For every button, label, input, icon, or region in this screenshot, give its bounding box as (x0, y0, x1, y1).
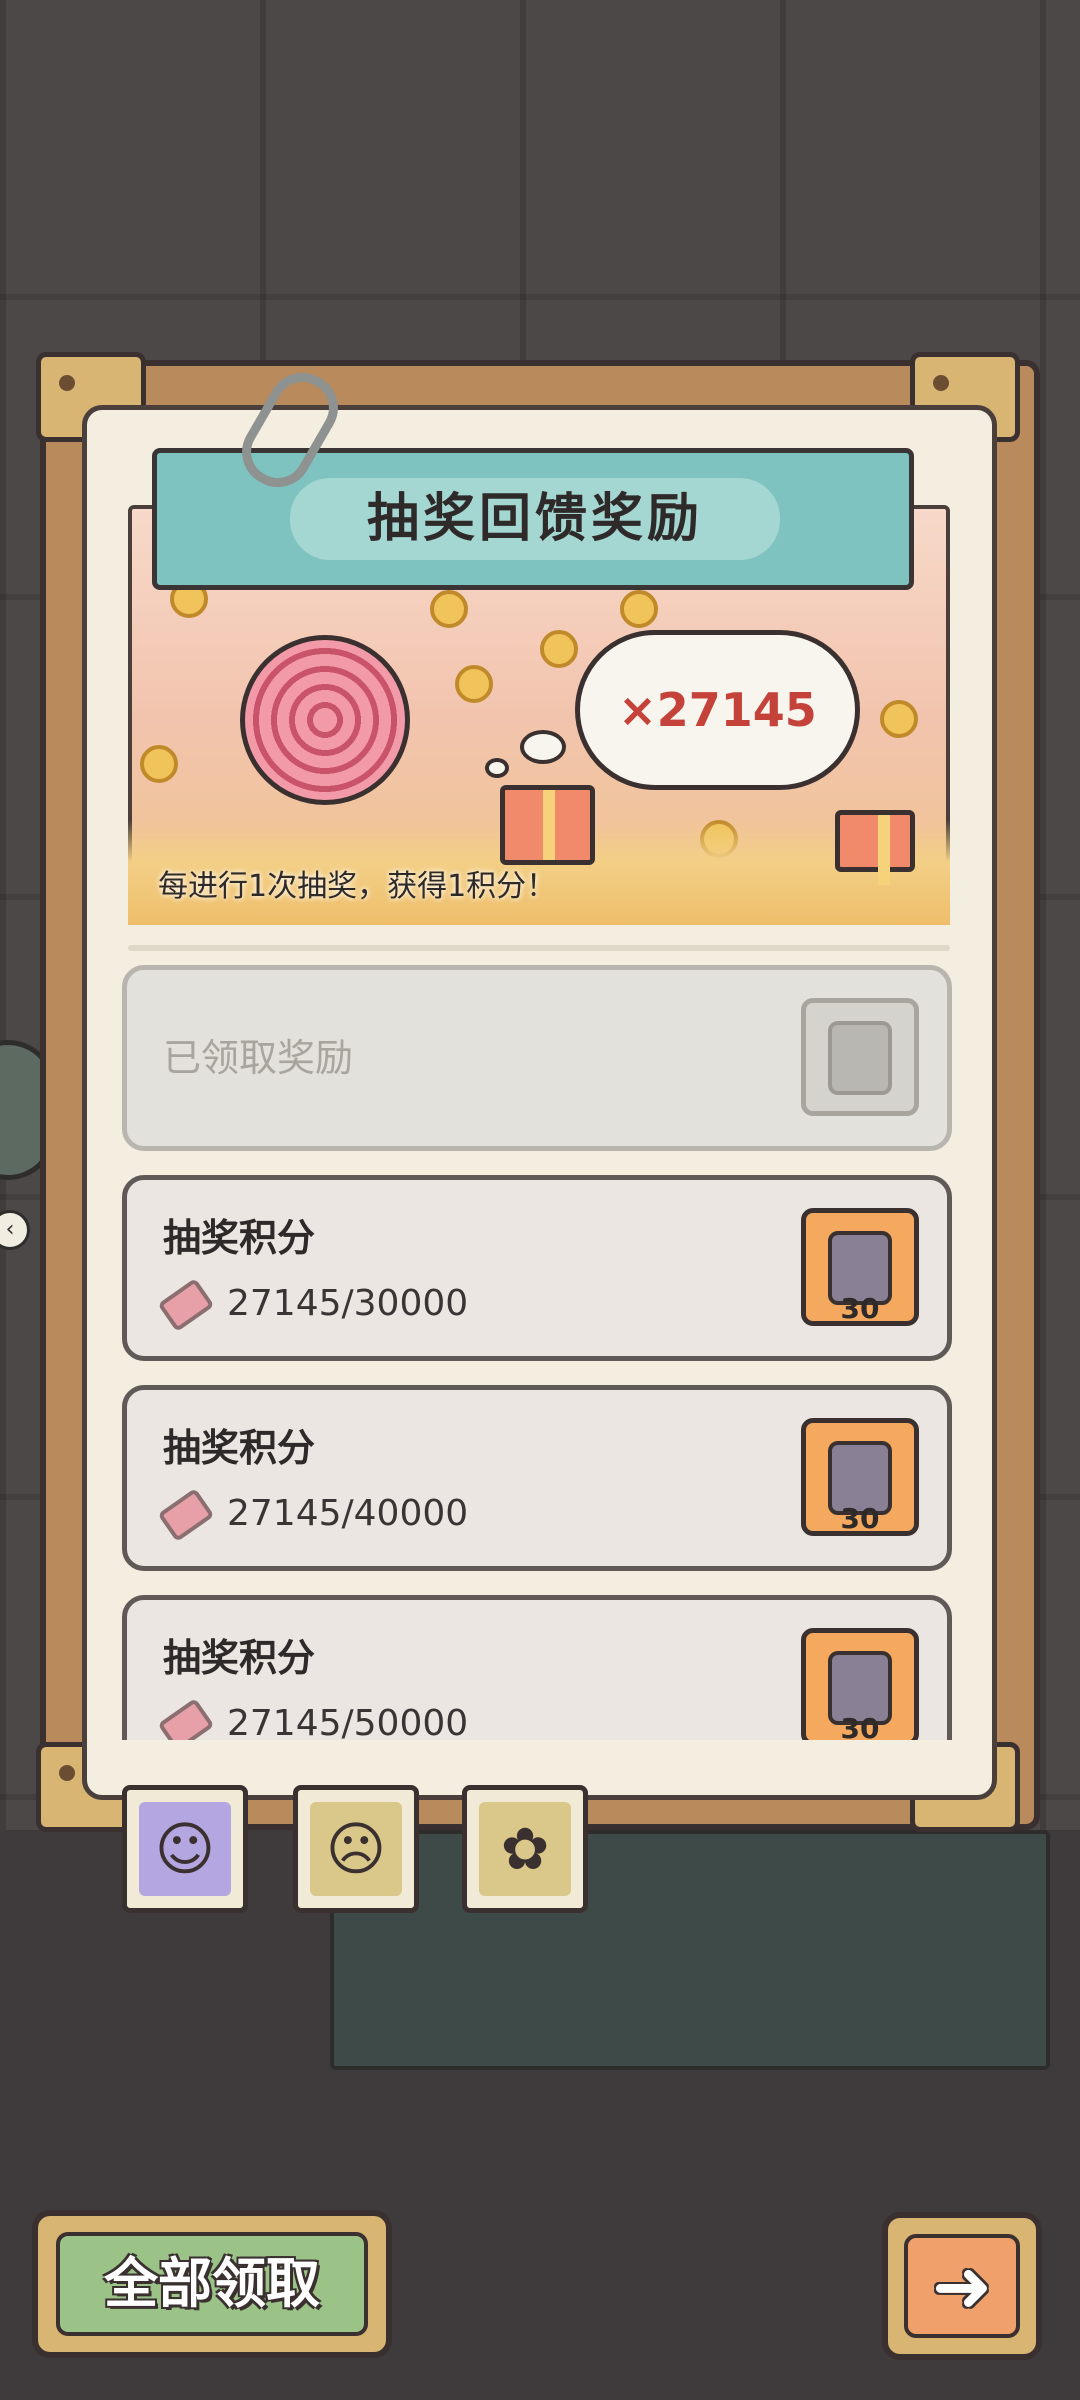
reward-progress: 27145/40000 (227, 1493, 469, 1534)
reward-box[interactable]: 30 (801, 1418, 919, 1536)
reward-item[interactable]: 抽奖积分 27145/40000 30 (122, 1385, 952, 1571)
coin-icon (140, 745, 178, 783)
ticket-icon (157, 1487, 215, 1543)
reward-title: 已领取奖励 (163, 1036, 354, 1080)
reward-item[interactable]: 抽奖积分 27145/30000 30 (122, 1175, 952, 1361)
thought-bubble-dot (520, 730, 566, 764)
tab-doll[interactable]: ☺ (122, 1785, 248, 1913)
coin-icon (620, 590, 658, 628)
tab-gift-box[interactable]: ✿ (462, 1785, 588, 1913)
ticket-icon (157, 1277, 215, 1333)
arrow-right-icon: ➜ (904, 2234, 1020, 2338)
lottery-wheel-icon (240, 635, 410, 805)
reward-title: 抽奖积分 (163, 1216, 316, 1260)
claim-all-label: 全部领取 (56, 2232, 368, 2336)
tab-voodoo-doll[interactable]: ☹ (293, 1785, 419, 1913)
points-total: ×27145 (618, 683, 817, 737)
coin-icon (540, 630, 578, 668)
reward-progress: 27145/50000 (227, 1703, 469, 1740)
reward-title: 抽奖积分 (163, 1426, 316, 1470)
voodoo-doll-icon: ☹ (325, 1815, 387, 1883)
background-crate (330, 1830, 1050, 2070)
reward-progress: 27145/30000 (227, 1283, 469, 1324)
reward-item[interactable]: 抽奖积分 27145/50000 30 (122, 1595, 952, 1740)
ticket-icon (157, 1697, 215, 1740)
reward-box[interactable]: 30 (801, 1208, 919, 1326)
divider (128, 945, 950, 951)
doll-icon: ☺ (154, 1815, 216, 1883)
reward-count: 30 (840, 1292, 880, 1325)
coin-icon (430, 590, 468, 628)
reward-count: 30 (840, 1712, 880, 1740)
thought-bubble-dot (485, 758, 509, 778)
page-title: 抽奖回馈奖励 (366, 489, 703, 549)
claim-all-button[interactable]: 全部领取 (32, 2210, 392, 2358)
chest-icon (828, 1021, 892, 1095)
reward-list[interactable]: 已领取奖励 抽奖积分 27145/30000 30 抽奖积分 27145/400… (122, 965, 952, 1740)
reward-count: 30 (840, 1502, 880, 1535)
reward-item-claimed: 已领取奖励 (122, 965, 952, 1151)
reward-title: 抽奖积分 (163, 1636, 316, 1680)
reward-box[interactable]: 30 (801, 1628, 919, 1740)
coin-icon (880, 700, 918, 738)
next-button[interactable]: ➜ (882, 2212, 1042, 2360)
banner-caption: 每进行1次抽奖，获得1积分！ (158, 869, 557, 904)
gift-box-icon: ✿ (500, 1815, 550, 1883)
gift-icon (500, 785, 595, 865)
reward-box (801, 998, 919, 1116)
coin-icon (455, 665, 493, 703)
